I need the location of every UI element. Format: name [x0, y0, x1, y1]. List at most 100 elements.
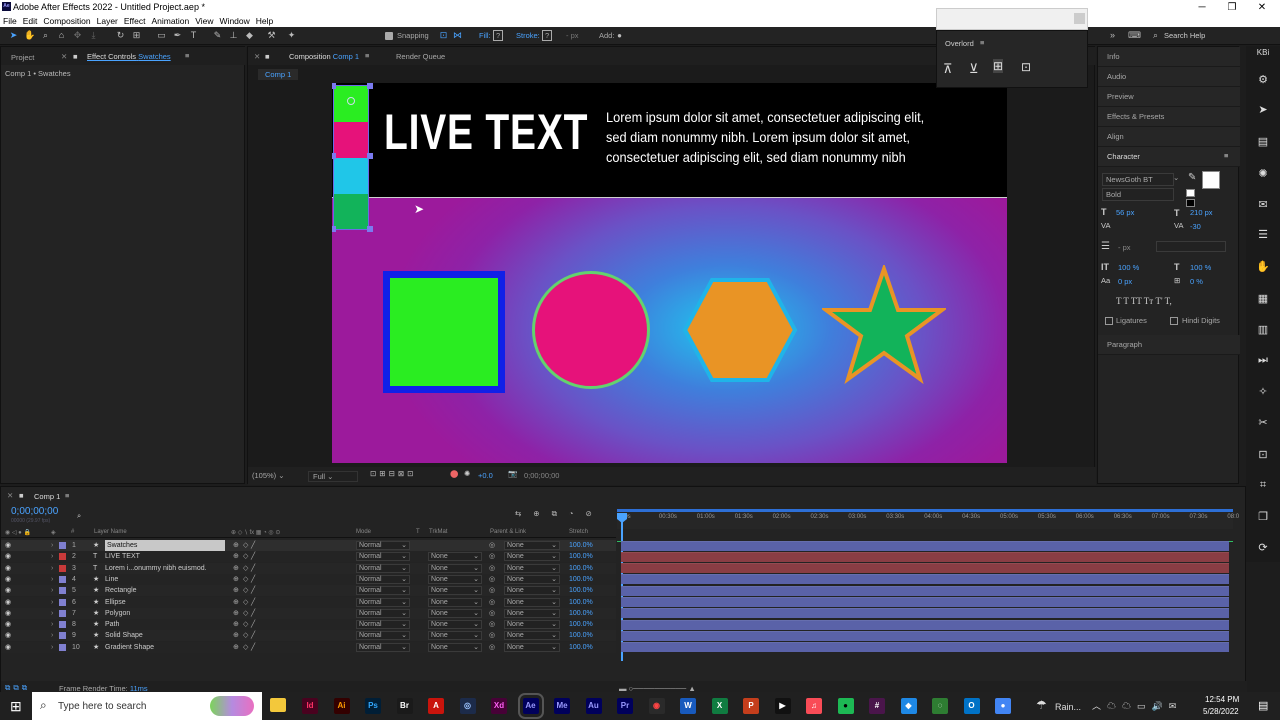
menu-file[interactable]: File: [3, 15, 17, 27]
expand-arrow-icon[interactable]: ›: [51, 563, 53, 574]
layer-name[interactable]: LIVE TEXT: [105, 551, 140, 562]
font-size-value[interactable]: 56 px: [1116, 208, 1134, 217]
stroke-label[interactable]: Stroke:: [516, 31, 540, 40]
wand-icon[interactable]: ✧: [1255, 385, 1271, 399]
stretch-value[interactable]: 100.0%: [569, 608, 593, 619]
pickwhip-icon[interactable]: ◎: [489, 540, 495, 551]
tab-render-queue[interactable]: Render Queue: [396, 52, 445, 61]
mode-dropdown[interactable]: Normal ⌄: [356, 574, 410, 584]
parent-dropdown[interactable]: None ⌄: [504, 586, 560, 596]
grid-icon[interactable]: ▦: [1255, 292, 1271, 306]
expand-arrow-icon[interactable]: ›: [51, 551, 53, 562]
tracking-top-value[interactable]: 210 px: [1190, 208, 1213, 217]
handle-ml[interactable]: [332, 153, 336, 159]
taskbar-app-icon[interactable]: Br: [396, 698, 413, 714]
timeline-lock-icon[interactable]: ■: [19, 491, 24, 500]
trkmat-dropdown[interactable]: None ⌄: [428, 586, 482, 596]
parent-dropdown[interactable]: None ⌄: [504, 597, 560, 607]
lorem-text[interactable]: Lorem ipsum dolor sit amet, consectetuer…: [606, 108, 977, 168]
fill-color-swatch[interactable]: [1202, 171, 1220, 189]
quality-switch-icon[interactable]: ◇: [243, 630, 248, 641]
windows-start-icon[interactable]: ⊞: [10, 698, 22, 715]
pickwhip-icon[interactable]: ◎: [489, 585, 495, 596]
puppet-tool-icon[interactable]: ✦: [286, 30, 297, 41]
parent-dropdown[interactable]: None ⌄: [504, 563, 560, 573]
viewer-options-icons[interactable]: ⊡⊞⊟⊠⊡: [370, 469, 416, 478]
layer-duration-bar[interactable]: [621, 574, 1229, 585]
tab-comp-timeline[interactable]: Comp 1: [34, 492, 60, 501]
snapshot-icon[interactable]: 📷: [508, 469, 517, 478]
panel-audio[interactable]: Audio: [1098, 67, 1240, 87]
stretch-value[interactable]: 100.0%: [569, 563, 593, 574]
menu-view[interactable]: View: [195, 15, 213, 27]
trkmat-dropdown[interactable]: None ⌄: [428, 552, 482, 562]
taskbar-app-icon[interactable]: Xd: [491, 698, 507, 714]
font-style-dropdown[interactable]: Bold: [1102, 188, 1174, 201]
settings-icon[interactable]: ⚙: [1255, 73, 1271, 87]
taskbar-app-icon[interactable]: ◆: [900, 698, 917, 714]
eye-icon[interactable]: ◉: [5, 642, 11, 653]
exposure-icon[interactable]: ✺: [464, 469, 470, 478]
eye-icon[interactable]: ◉: [5, 597, 11, 608]
tab-composition[interactable]: Composition Comp 1: [289, 52, 359, 61]
camera-tool-icon[interactable]: ⊞: [131, 30, 142, 41]
rotate-tool-icon[interactable]: ↻: [115, 30, 126, 41]
path-star-shape[interactable]: [822, 265, 946, 387]
comp-subtab[interactable]: Comp 1: [258, 69, 299, 80]
layer-name[interactable]: Swatches: [105, 540, 225, 551]
pull-to-ai-icon[interactable]: ⊻: [969, 61, 979, 77]
hand-tool-icon[interactable]: ✋: [24, 30, 35, 41]
mode-dropdown[interactable]: Normal ⌄: [356, 608, 410, 618]
list-icon[interactable]: ☰: [1255, 228, 1271, 242]
panel-paragraph[interactable]: Paragraph: [1098, 335, 1240, 355]
mode-dropdown[interactable]: Normal ⌄: [356, 552, 410, 562]
hindi-digits-checkbox[interactable]: [1170, 317, 1178, 325]
stretch-value[interactable]: 100.0%: [569, 630, 593, 641]
notifications-icon[interactable]: ▤: [1258, 699, 1268, 712]
eye-icon[interactable]: ◉: [5, 551, 11, 562]
taskbar-app-icon[interactable]: O: [963, 698, 980, 714]
quality-switch-icon[interactable]: ◇: [243, 597, 248, 608]
quality-line-icon[interactable]: ╱: [251, 563, 255, 574]
layer-row[interactable]: ◉ › 6 ★ Ellipse ⊕ ◇ ╱ Normal ⌄ None ⌄ ◎ None ⌄ 100.0%: [1, 596, 616, 608]
snap-grid-icon[interactable]: ⋈: [452, 30, 463, 41]
layer-row[interactable]: ◉ › 9 ★ Solid Shape ⊕ ◇ ╱ Normal ⌄ None ⌄ ◎ None ⌄ 100.…: [1, 630, 616, 642]
quality-line-icon[interactable]: ╱: [251, 551, 255, 562]
move-tool-icon[interactable]: ✥: [72, 30, 83, 41]
menu-window[interactable]: Window: [220, 15, 250, 27]
layer-duration-bar[interactable]: [621, 619, 1229, 630]
taskbar-app-icon[interactable]: Au: [585, 698, 602, 714]
taskbar-app-icon[interactable]: Ae: [517, 693, 544, 719]
quality-switch-icon[interactable]: ◇: [243, 642, 248, 653]
layer-label-color[interactable]: [59, 553, 66, 561]
shy-switch-icon[interactable]: ⊕: [233, 574, 239, 585]
tab-effect-controls[interactable]: Effect Controls Swatches: [87, 52, 171, 61]
quality-line-icon[interactable]: ╱: [251, 585, 255, 596]
hand-icon[interactable]: ✋: [1255, 260, 1271, 274]
eye-icon[interactable]: ◉: [5, 540, 11, 551]
overlord-close-icon[interactable]: [1074, 13, 1085, 24]
snapping-checkbox[interactable]: [385, 32, 393, 40]
panel-menu-icon[interactable]: ≡: [185, 51, 189, 60]
stretch-value[interactable]: 100.0%: [569, 540, 593, 551]
tab-project[interactable]: Project: [11, 53, 34, 62]
handle-bl[interactable]: [332, 226, 336, 232]
layer-name-header[interactable]: Layer Name: [94, 529, 127, 535]
shy-switch-icon[interactable]: ⊕: [233, 608, 239, 619]
pickwhip-icon[interactable]: ◎: [489, 642, 495, 653]
file-icon[interactable]: ▤: [1255, 135, 1271, 149]
trkmat-dropdown[interactable]: None ⌄: [428, 597, 482, 607]
live-text[interactable]: LIVE TEXT: [384, 103, 588, 161]
taskbar-app-icon[interactable]: ◎: [459, 698, 476, 714]
brush-tool-icon[interactable]: ✎: [212, 30, 223, 41]
taskbar-app-icon[interactable]: ▶: [774, 698, 791, 714]
quality-line-icon[interactable]: ╱: [251, 608, 255, 619]
minimize-button[interactable]: ─: [1187, 0, 1217, 15]
expand-arrow-icon[interactable]: ›: [51, 540, 53, 551]
roto-tool-icon[interactable]: ⚒: [266, 30, 277, 41]
selection-tool-icon[interactable]: ➤: [8, 30, 19, 41]
quality-switch-icon[interactable]: ◇: [243, 563, 248, 574]
transform-icon[interactable]: ⊡: [1255, 448, 1271, 462]
trkmat-dropdown[interactable]: None ⌄: [428, 574, 482, 584]
layer-row[interactable]: ◉ › 4 ★ Line ⊕ ◇ ╱ Normal ⌄ None ⌄ ◎ None ⌄ 100.0%: [1, 573, 616, 585]
